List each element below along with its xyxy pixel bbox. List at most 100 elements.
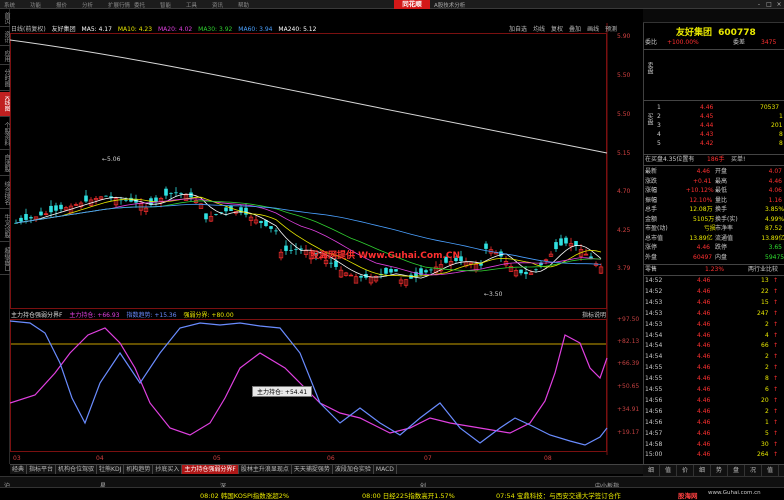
left-tab[interactable]: 自选股 [0,151,10,176]
tick-row: 15:00 4.46 264 ↑ [645,451,779,459]
tick-row: 14:53 4.46 15 ↑ [645,298,779,306]
quote-row: 最新 4.46 开盘 4.07 [645,168,782,175]
price-axis-label: 5.15 [617,150,631,157]
candle-body [104,195,108,197]
maximize-button[interactable]: □ [765,1,773,8]
indicator-line3-value: 强弱分界: +80.00 [183,312,234,319]
menu-item[interactable]: 扩展行情 [108,1,130,9]
date-axis-label: 06 [327,455,335,462]
ind-axis-label: +19.17 [617,429,640,436]
minimize-button[interactable]: - [755,1,763,8]
left-tab[interactable]: 应用 [0,47,10,65]
left-tab[interactable]: 牛叉诊股 [0,210,10,242]
candle-body [49,205,53,213]
buy-row: 4 4.43 8 [657,131,783,138]
news-item[interactable]: 08:00 日经225指数高开1.57% [362,490,455,500]
quote-tab[interactable]: 况 [745,465,762,476]
quote-tab[interactable]: 值 [762,465,779,476]
quote-row: 涨停 4.46 跌停 3.65 [645,244,782,251]
quote-tab[interactable]: 细 [694,465,711,476]
indicator-explain-button[interactable]: 指标说明 [582,310,606,319]
indicator-tab[interactable]: 波段加仓实验 [333,465,374,474]
news-item[interactable]: 08:02 韩国KOSPI指数涨超2% [200,490,289,500]
menu-item[interactable]: 功能 [30,1,41,9]
chart-toolbar-button[interactable]: 画线 [587,26,599,33]
left-tab[interactable]: 首页 [0,9,10,27]
indicator-tab[interactable]: 经典 [10,465,28,474]
tick-row: 14:55 4.46 8 ↑ [645,375,779,383]
left-tab[interactable]: 资讯 [0,28,10,46]
indicator-tab[interactable]: 牡熊KDJ [97,465,125,474]
left-tab[interactable]: 超级盘口 [0,243,10,275]
candle-body [284,245,288,251]
menu-item[interactable]: 报价 [56,1,67,9]
ma30-value: MA30: 3.92 [198,26,233,33]
candle-body [204,213,208,220]
indicator-tab[interactable]: 抄底买入 [153,465,183,474]
candle-body [524,271,528,275]
left-tab[interactable]: 综合排名 [0,177,10,209]
chart-toolbar-button[interactable]: 叠加 [569,26,581,33]
candle-body [429,269,433,271]
indicator-tab[interactable]: 主力持仓强弱分界F [182,465,239,474]
tick-row: 14:54 4.46 4 ↑ [645,331,779,339]
left-tab[interactable]: K线图 [0,92,10,117]
candle-body [424,270,428,273]
ma-line [15,198,602,276]
chart-toolbar-button[interactable]: 复权 [551,26,563,33]
tick-row: 14:56 4.46 1 ↑ [645,418,779,426]
quote-panel-tabs: 细值价细势盘况值 [643,464,784,476]
indicator-tab[interactable]: 指标平台 [27,465,57,474]
left-tab[interactable]: 个股资料 [0,118,10,150]
menu-item[interactable]: 智能 [160,1,171,9]
candle-body [384,267,388,274]
chart-toolbar-button[interactable]: 预测 [605,26,617,33]
price-axis-label: 5.90 [617,33,631,40]
divider [643,154,784,155]
ma-line [15,196,602,277]
indicator-tab[interactable]: 天天捕捉强势 [292,465,333,474]
close-button[interactable]: × [775,1,783,8]
quote-tab[interactable]: 细 [643,465,660,476]
candle-body [359,276,363,278]
ind-axis-label: +50.65 [617,383,640,390]
tick-row: 14:54 4.46 2 ↑ [645,353,779,361]
menu-item[interactable]: 委托 [134,1,145,9]
quote-tab[interactable]: 势 [711,465,728,476]
candle-body [534,269,538,271]
indicator-tooltip: 主力持仓: +54.41 [252,386,312,397]
menu-item[interactable]: 系统 [4,1,15,9]
ma20-value: MA20: 4.02 [158,26,193,33]
price-axis-label: 3.79 [617,265,631,272]
sell-label: 卖盘 [646,62,653,74]
date-axis-label: 08 [544,455,552,462]
buy-row: 2 4.45 1 [657,113,783,120]
chart-toolbar-button[interactable]: 加自选 [509,26,527,33]
quote-row: 振幅 12.10% 量比 1.16 [645,196,782,204]
tick-row: 14:53 4.46 247 ↑ [645,309,779,317]
divider [643,49,784,50]
tick-row: 14:57 4.46 5 ↑ [645,429,779,437]
quote-tab[interactable]: 盘 [728,465,745,476]
news-item[interactable]: 07:54 宝鼎科技：与西安交通大学签订合作 [496,490,621,500]
chart-toolbar-button[interactable]: 均线 [533,26,545,33]
sector-row[interactable]: 零售 1.23% 两行业比较 [645,266,783,274]
chart-toolbar: 加自选 均线 复权 叠加 画线 预测 [503,24,617,33]
candle-body [389,268,393,273]
menu-item[interactable]: 资讯 [212,1,223,9]
quote-tab[interactable]: 值 [660,465,677,476]
left-tab[interactable]: 分时图 [0,66,10,91]
indicator-tab[interactable]: 股林主升浪显现点 [239,465,292,474]
menu-item[interactable]: 帮助 [238,1,249,9]
candle-body [29,217,33,219]
indicator-tab[interactable]: MACD [374,465,397,474]
indicator-tab[interactable]: 机构仓位驾驭 [56,465,98,474]
high-annotation: ←5.06 [102,156,121,163]
quote-tab[interactable]: 价 [677,465,694,476]
menu-item[interactable]: 工具 [186,1,197,9]
stock-name: 友好集团 [676,28,713,38]
candle-body [24,214,28,220]
menu-item[interactable]: 分析 [82,1,93,9]
indicator-tab[interactable]: 机构趋势 [124,465,154,474]
app-logo: 同花顺 [394,0,430,9]
